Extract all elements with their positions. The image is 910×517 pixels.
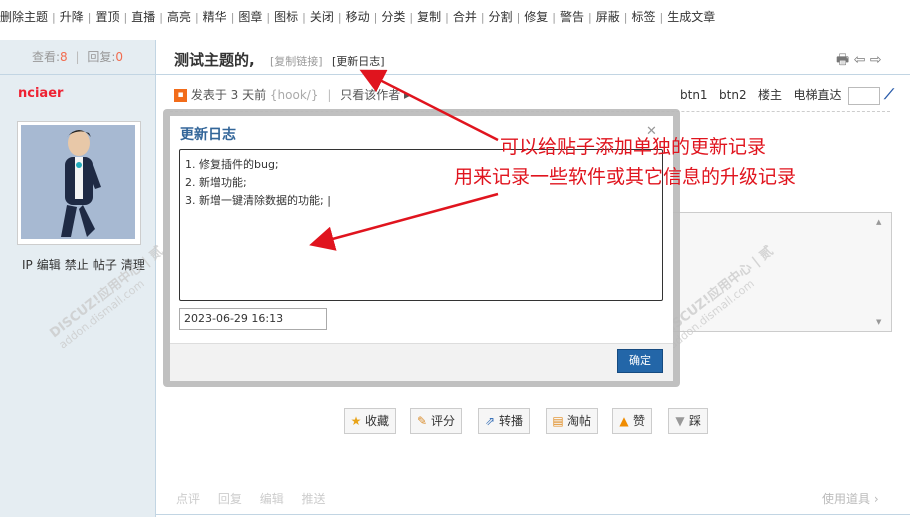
annotation-text: 用来记录一些软件或其它信息的升级记录 (454, 166, 797, 188)
annotation-arrows (309, 69, 499, 251)
arrow-to-log-text (309, 192, 499, 251)
annotation-text: 可以给贴子添加单独的更新记录 (500, 136, 767, 158)
arrow-to-update-link (359, 69, 499, 142)
